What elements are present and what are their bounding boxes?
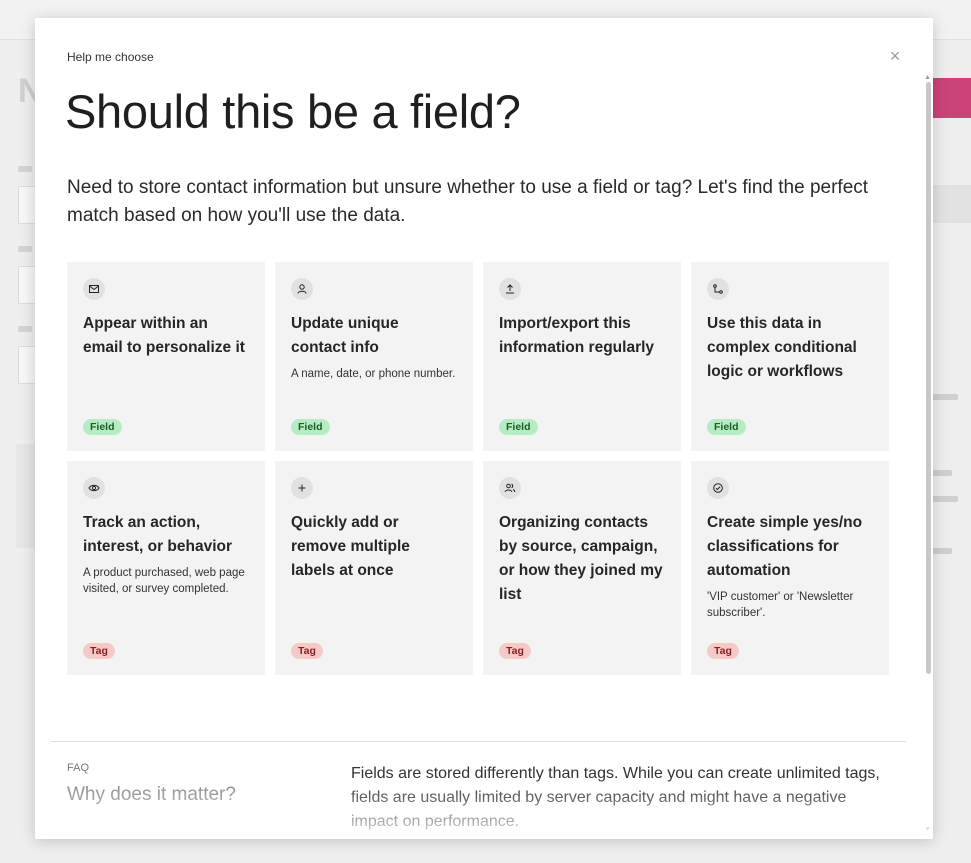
help-me-choose-modal: ▲ ▼ × Help me choose Should this be a fi… (35, 18, 933, 839)
choice-card-unique-contact-info[interactable]: Update unique contact info A name, date,… (275, 262, 473, 451)
close-button[interactable]: × (887, 47, 903, 65)
background-text (930, 548, 952, 554)
card-description: 'VIP customer' or 'Newsletter subscriber… (707, 591, 854, 619)
choice-card-personalize-email[interactable]: Appear within an email to personalize it… (67, 262, 265, 451)
field-badge: Field (291, 419, 330, 435)
modal-scrollbar-thumb[interactable] (926, 82, 931, 674)
modal-eyebrow: Help me choose (67, 50, 154, 64)
eye-icon (83, 477, 105, 499)
faq-eyebrow: FAQ (67, 762, 90, 774)
tag-badge: Tag (499, 643, 531, 659)
card-description: A name, date, or phone number. (291, 368, 456, 380)
choice-grid: Appear within an email to personalize it… (67, 262, 891, 675)
user-icon (291, 278, 313, 300)
card-title: Use this data in complex conditional log… (707, 315, 857, 380)
background-side-bar (930, 185, 971, 223)
tag-badge: Tag (291, 643, 323, 659)
users-icon (499, 477, 521, 499)
card-title: Quickly add or remove multiple labels at… (291, 514, 410, 579)
choice-card-yes-no-classification[interactable]: Create simple yes/no classifications for… (691, 461, 889, 675)
card-title: Import/export this information regularly (499, 315, 655, 356)
plus-icon (291, 477, 313, 499)
tag-badge: Tag (707, 643, 739, 659)
choice-card-track-action[interactable]: Track an action, interest, or behavior A… (67, 461, 265, 675)
card-title: Appear within an email to personalize it (83, 315, 245, 356)
scroll-up-arrow-icon[interactable]: ▲ (924, 74, 931, 81)
background-text (930, 496, 958, 502)
choice-card-import-export[interactable]: Import/export this information regularly… (483, 262, 681, 451)
choice-card-multiple-labels[interactable]: Quickly add or remove multiple labels at… (275, 461, 473, 675)
background-label (18, 326, 32, 332)
section-divider (51, 741, 906, 742)
faq-title: Why does it matter? (67, 784, 236, 805)
card-title: Create simple yes/no classifications for… (707, 514, 863, 579)
tag-badge: Tag (83, 643, 115, 659)
scroll-down-arrow-icon[interactable]: ▼ (924, 826, 931, 833)
card-title: Update unique contact info (291, 315, 399, 356)
faq-answer: Fields are stored differently than tags.… (351, 765, 880, 830)
check-circle-icon (707, 477, 729, 499)
field-badge: Field (499, 419, 538, 435)
background-primary-button (930, 78, 971, 118)
background-text (930, 470, 952, 476)
card-title: Organizing contacts by source, campaign,… (499, 514, 663, 603)
envelope-icon (83, 278, 105, 300)
modal-intro: Need to store contact information but un… (67, 177, 869, 226)
background-panel (16, 444, 36, 548)
modal-title: Should this be a field? (65, 85, 521, 138)
background-label (18, 246, 32, 252)
workflow-icon (707, 278, 729, 300)
upload-icon (499, 278, 521, 300)
choice-card-organize-contacts[interactable]: Organizing contacts by source, campaign,… (483, 461, 681, 675)
choice-card-conditional-logic[interactable]: Use this data in complex conditional log… (691, 262, 889, 451)
field-badge: Field (83, 419, 122, 435)
card-title: Track an action, interest, or behavior (83, 514, 233, 555)
card-description: A product purchased, web page visited, o… (83, 567, 245, 595)
field-badge: Field (707, 419, 746, 435)
background-text (930, 394, 958, 400)
background-label (18, 166, 32, 172)
